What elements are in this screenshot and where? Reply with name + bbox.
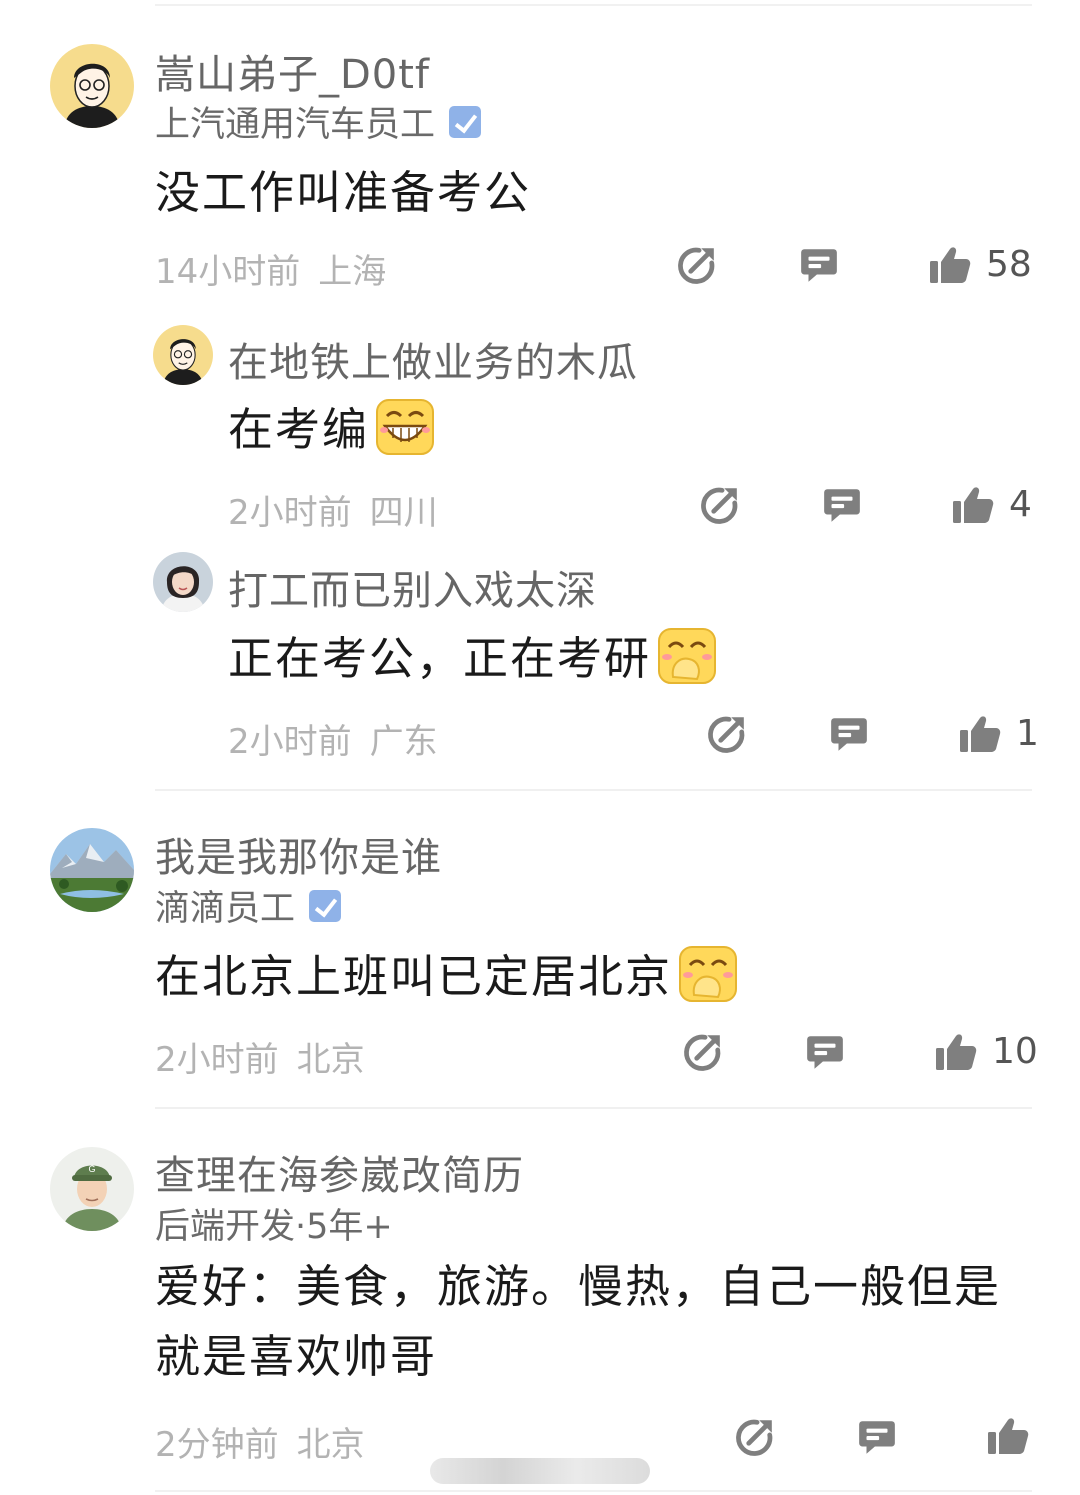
comment-item: G 查理在海参崴改简历 后端开发·5年+ 爱好：美食，旅游。慢热，自己一般但是就…	[0, 0, 1080, 1495]
thumbs-up-icon	[986, 1416, 1030, 1456]
comment-location: 北京	[296, 1425, 365, 1465]
comment-icon	[856, 1416, 898, 1458]
share-button[interactable]	[734, 1416, 776, 1458]
avatar[interactable]: G	[50, 1147, 134, 1231]
share-icon	[734, 1416, 776, 1458]
svg-text:G: G	[88, 1164, 95, 1174]
watermark-blur	[430, 1458, 650, 1484]
comment-time: 2分钟前	[155, 1425, 279, 1465]
user-title-text: 后端开发·5年+	[155, 1207, 393, 1247]
comment-meta: 2分钟前 北京	[155, 1417, 365, 1466]
bottom-divider	[155, 1490, 1032, 1492]
comment-text: 爱好：美食，旅游。慢热，自己一般但是就是喜欢帅哥	[155, 1260, 1002, 1383]
user-title: 后端开发·5年+	[155, 1198, 393, 1249]
username[interactable]: 查理在海参崴改简历	[155, 1143, 524, 1201]
like-button[interactable]	[986, 1416, 1044, 1456]
reply-button[interactable]	[856, 1416, 898, 1458]
